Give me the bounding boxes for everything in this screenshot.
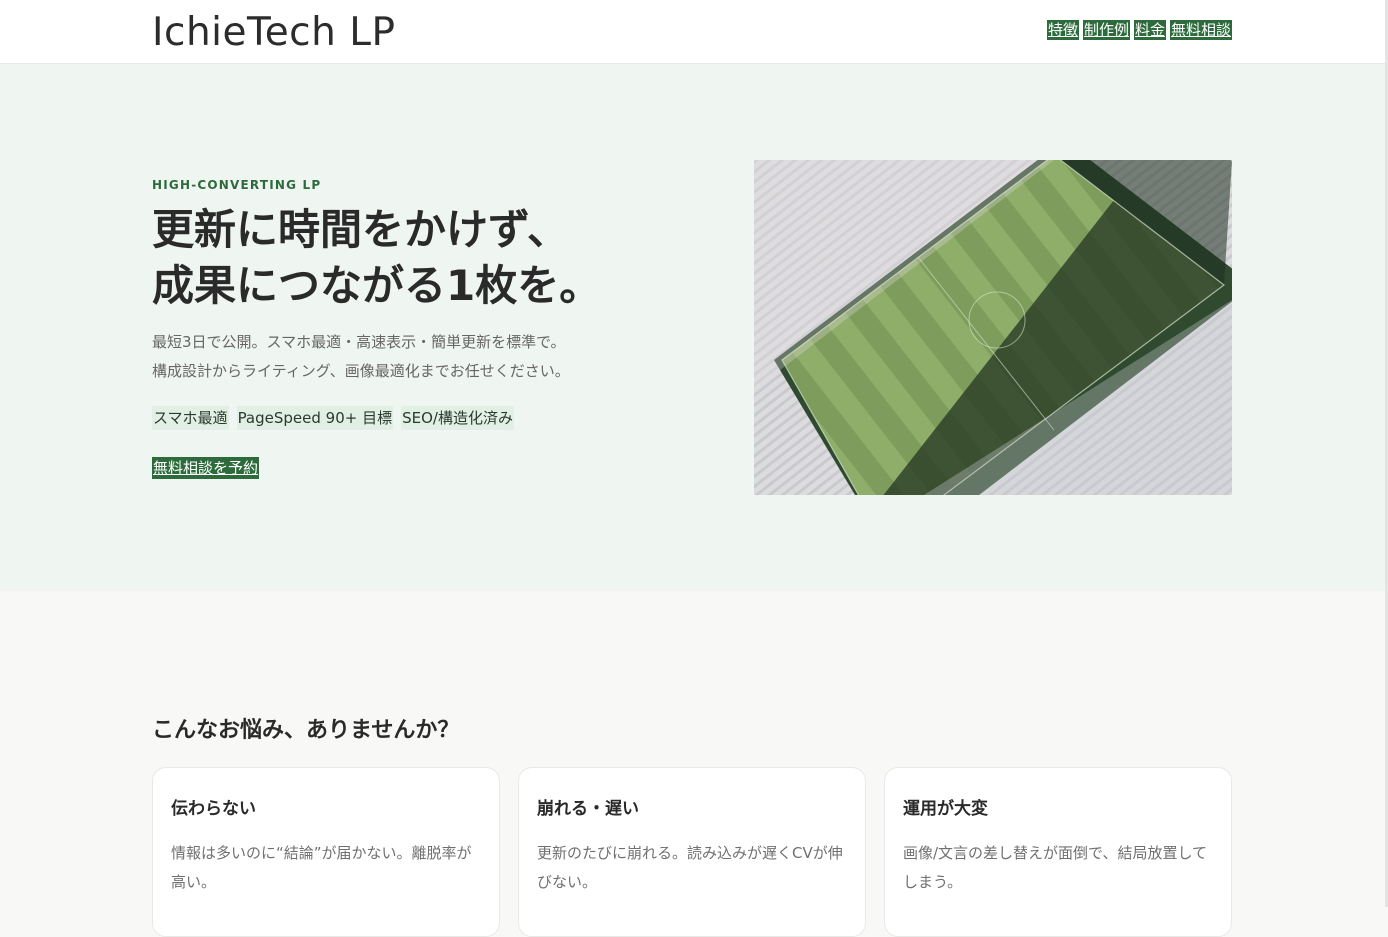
brand-logo[interactable]: IchieTech LP bbox=[152, 10, 396, 56]
problem-card: 伝わらない 情報は多いのに“結論”が届かない。離脱率が高い。 bbox=[152, 767, 500, 937]
problem-card-text: 更新のたびに崩れる。読み込みが遅くCVが伸びない。 bbox=[537, 844, 843, 891]
nav-link-features[interactable]: 特徴 bbox=[1046, 20, 1079, 40]
problem-card: 運用が大変 画像/文言の差し替えが面倒で、結局放置してしまう。 bbox=[884, 767, 1232, 937]
badge-mobile: スマホ最適 bbox=[152, 406, 229, 430]
book-consultation-button[interactable]: 無料相談を予約 bbox=[152, 457, 260, 479]
hero-section: HIGH-CONVERTING LP 更新に時間をかけず、 成果につながる1枚を… bbox=[0, 64, 1385, 591]
problem-card-text: 画像/文言の差し替えが面倒で、結局放置してしまう。 bbox=[903, 844, 1208, 891]
problem-card-title: 崩れる・遅い bbox=[537, 799, 639, 819]
hero-description-line: 最短3日で公開。スマホ最適・高速表示・簡単更新を標準で。 bbox=[152, 333, 566, 351]
problem-card-title: 運用が大変 bbox=[903, 799, 988, 819]
nav-link-consultation[interactable]: 無料相談 bbox=[1169, 20, 1232, 40]
badge-pagespeed: PageSpeed 90+ 目標 bbox=[236, 406, 394, 430]
site-header: IchieTech LP 特徴 制作例 料金 無料相談 bbox=[0, 0, 1388, 64]
main-nav: 特徴 制作例 料金 無料相談 bbox=[1046, 20, 1232, 40]
hero-description-line: 構成設計からライティング、画像最適化までお任せください。 bbox=[152, 362, 570, 380]
hero-description: 最短3日で公開。スマホ最適・高速表示・簡単更新を標準で。 構成設計からライティン… bbox=[152, 328, 712, 386]
hero-title-line: 更新に時間をかけず、 bbox=[152, 205, 570, 254]
hero-eyebrow: HIGH-CONVERTING LP bbox=[152, 178, 322, 192]
hero-title-line: 成果につながる1枚を。 bbox=[152, 261, 602, 310]
hero-title: 更新に時間をかけず、 成果につながる1枚を。 bbox=[152, 202, 672, 314]
nav-link-pricing[interactable]: 料金 bbox=[1133, 20, 1166, 40]
badge-seo: SEO/構造化済み bbox=[401, 406, 514, 430]
problems-section-title: こんなお悩み、ありませんか？ bbox=[152, 718, 460, 743]
hero-stadium-image bbox=[754, 160, 1232, 495]
problem-card-text: 情報は多いのに“結論”が届かない。離脱率が高い。 bbox=[171, 844, 472, 891]
problem-card-title: 伝わらない bbox=[171, 799, 256, 819]
nav-link-examples[interactable]: 制作例 bbox=[1082, 20, 1130, 40]
problem-card: 崩れる・遅い 更新のたびに崩れる。読み込みが遅くCVが伸びない。 bbox=[518, 767, 866, 937]
feature-badges: スマホ最適 PageSpeed 90+ 目標 SEO/構造化済み bbox=[152, 406, 514, 430]
